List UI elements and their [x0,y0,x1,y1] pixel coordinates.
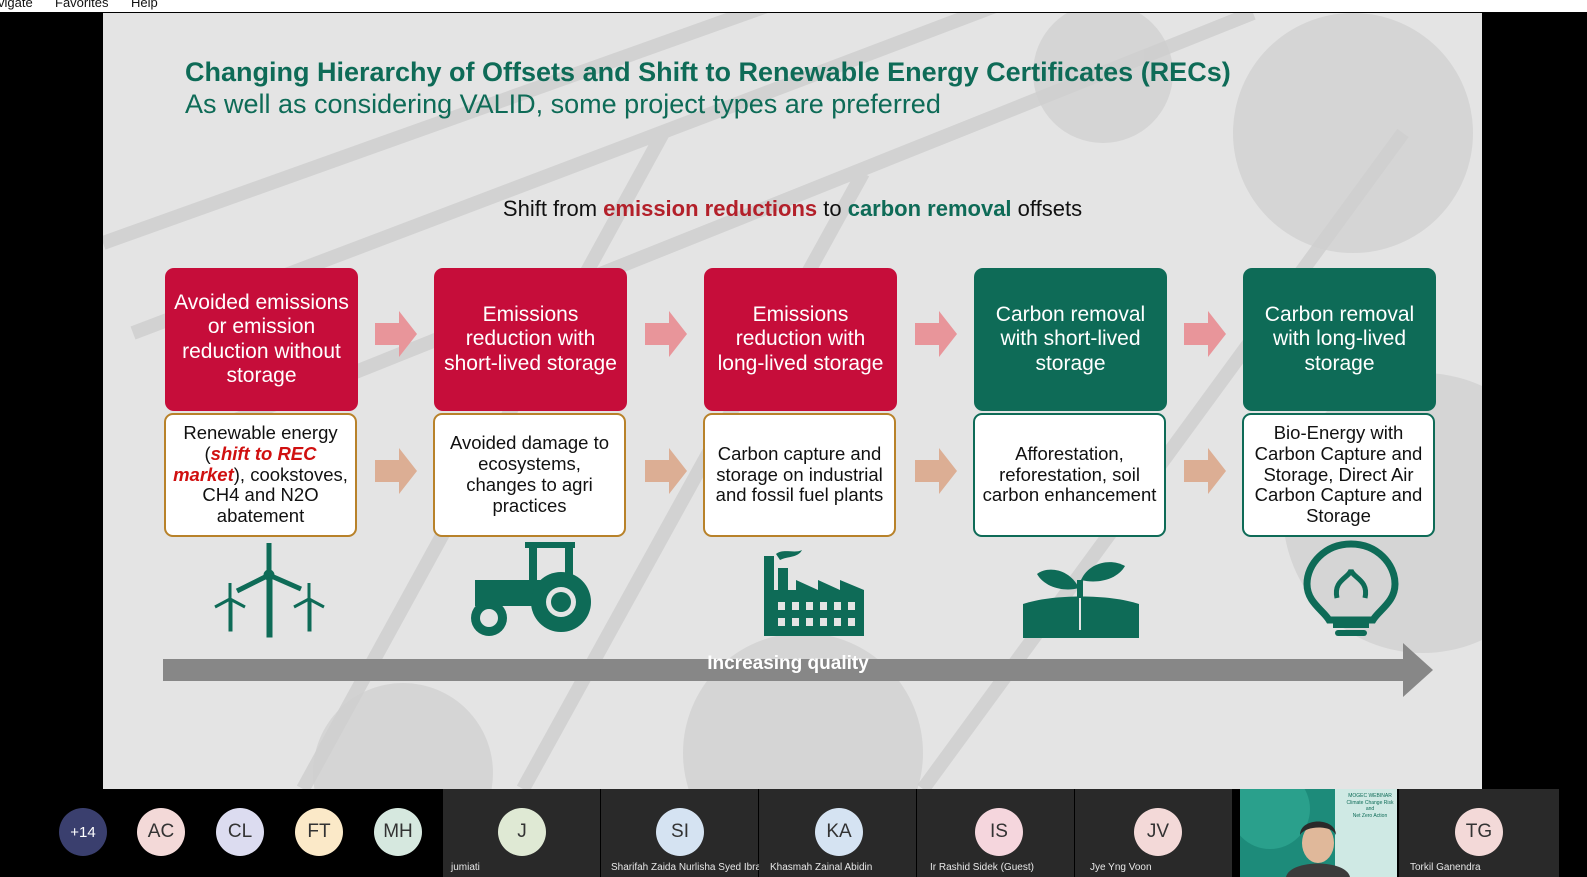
menu-item-navigate[interactable]: vigate [0,0,33,10]
shift-statement: Shift from emission reductions to carbon… [103,196,1482,222]
increasing-quality-label: Increasing quality [707,653,869,674]
avatar: JV [1134,808,1182,856]
detail-text: Afforestation, reforestation, soil carbo… [982,442,1157,506]
detail-text: Renewable energy (shift to REC market), … [172,422,349,527]
heading-removal-long-storage: Carbon removal with long-lived storage [1243,268,1436,411]
avatar[interactable]: FT [295,808,343,856]
slide-title: Changing Hierarchy of Offsets and Shift … [185,57,1231,87]
avatar: KA [815,808,863,856]
heading-reduction-long-storage: Emissions reduction with long-lived stor… [704,268,897,411]
arrow-right-icon [645,311,687,357]
shift-suffix: offsets [1011,196,1083,221]
menu-item-favorites[interactable]: Favorites [55,0,108,10]
avatar: IS [975,808,1023,856]
shift-carbon-removal: carbon removal [847,196,1012,221]
participant-name: Ir Rashid Sidek (Guest) [930,862,1034,873]
heading-text: Emissions reduction with long-lived stor… [717,303,884,375]
shift-middle: to [817,196,848,221]
heading-avoided-emissions: Avoided emissions or emission reduction … [165,268,358,411]
avatar: J [498,808,546,856]
wind-turbines-icon [214,543,325,638]
slide-subtitle: As well as considering VALID, some proje… [185,89,941,119]
seedling-icon [1023,562,1139,638]
detail-avoided-emissions: Renewable energy (shift to REC market), … [164,413,357,537]
arrow-right-icon [375,311,417,357]
participant-name: Torkil Ganendra [1410,862,1481,873]
detail-reduction-long-storage: Carbon capture and storage on industrial… [703,413,896,537]
shared-slide: Changing Hierarchy of Offsets and Shift … [103,13,1482,789]
heading-text: Emissions reduction with short-lived sto… [444,303,617,375]
video-text-line: Net Zero Action [1352,812,1388,819]
avatar[interactable]: AC [137,808,185,856]
detail-reduction-short-storage: Avoided damage to ecosystems, changes to… [433,413,626,537]
tractor-icon [471,542,591,636]
heading-text: Avoided emissions or emission reduction … [174,291,349,387]
arrow-right-icon [1184,311,1226,357]
lightbulb-icon [1303,540,1399,636]
menu-bar: vigate Favorites Help [0,0,1587,12]
detail-removal-short-storage: Afforestation, reforestation, soil carbo… [973,413,1166,537]
avatar: TG [1455,808,1503,856]
participant-name: Khasmah Zainal Abidin [770,862,873,873]
heading-text: Carbon removal with long-lived storage [1264,303,1415,375]
factory-icon [764,550,864,636]
arrow-right-icon [645,448,687,494]
avatar[interactable]: CL [216,808,264,856]
video-text-line: MOGEC WEBINAR [1348,793,1392,799]
heading-reduction-short-storage: Emissions reduction with short-lived sto… [434,268,627,411]
shift-prefix: Shift from [502,196,604,221]
detail-removal-long-storage: Bio-Energy with Carbon Capture and Stora… [1242,413,1435,537]
detail-text: Avoided damage to ecosystems, changes to… [449,432,610,516]
arrow-right-icon [375,448,417,494]
arrow-right-icon [915,311,957,357]
participant-name: Jye Yng Voon [1090,862,1152,873]
participant-name: jumiati [451,862,480,873]
arrow-right-icon [1184,448,1226,494]
arrow-right-icon [915,448,957,494]
heading-text: Carbon removal with short-lived storage [995,303,1146,375]
avatar: SI [656,808,704,856]
participant-video[interactable]: MOGEC WEBINAR Climate Change Risk and Ne… [1240,789,1397,877]
detail-text: Carbon capture and storage on industrial… [715,442,884,506]
detail-text: Bio-Energy with Carbon Capture and Stora… [1254,421,1423,527]
avatar[interactable]: MH [374,808,422,856]
menu-item-help[interactable]: Help [131,0,158,10]
video-overlay-text: MOGEC WEBINAR Climate Change Risk and Ne… [1344,793,1396,819]
more-participants-button[interactable]: +14 [59,808,107,856]
shift-emission-reductions: emission reductions [603,196,818,221]
heading-removal-short-storage: Carbon removal with short-lived storage [974,268,1167,411]
participant-name: Sharifah Zaida Nurlisha Syed Ibrahim [611,862,778,873]
